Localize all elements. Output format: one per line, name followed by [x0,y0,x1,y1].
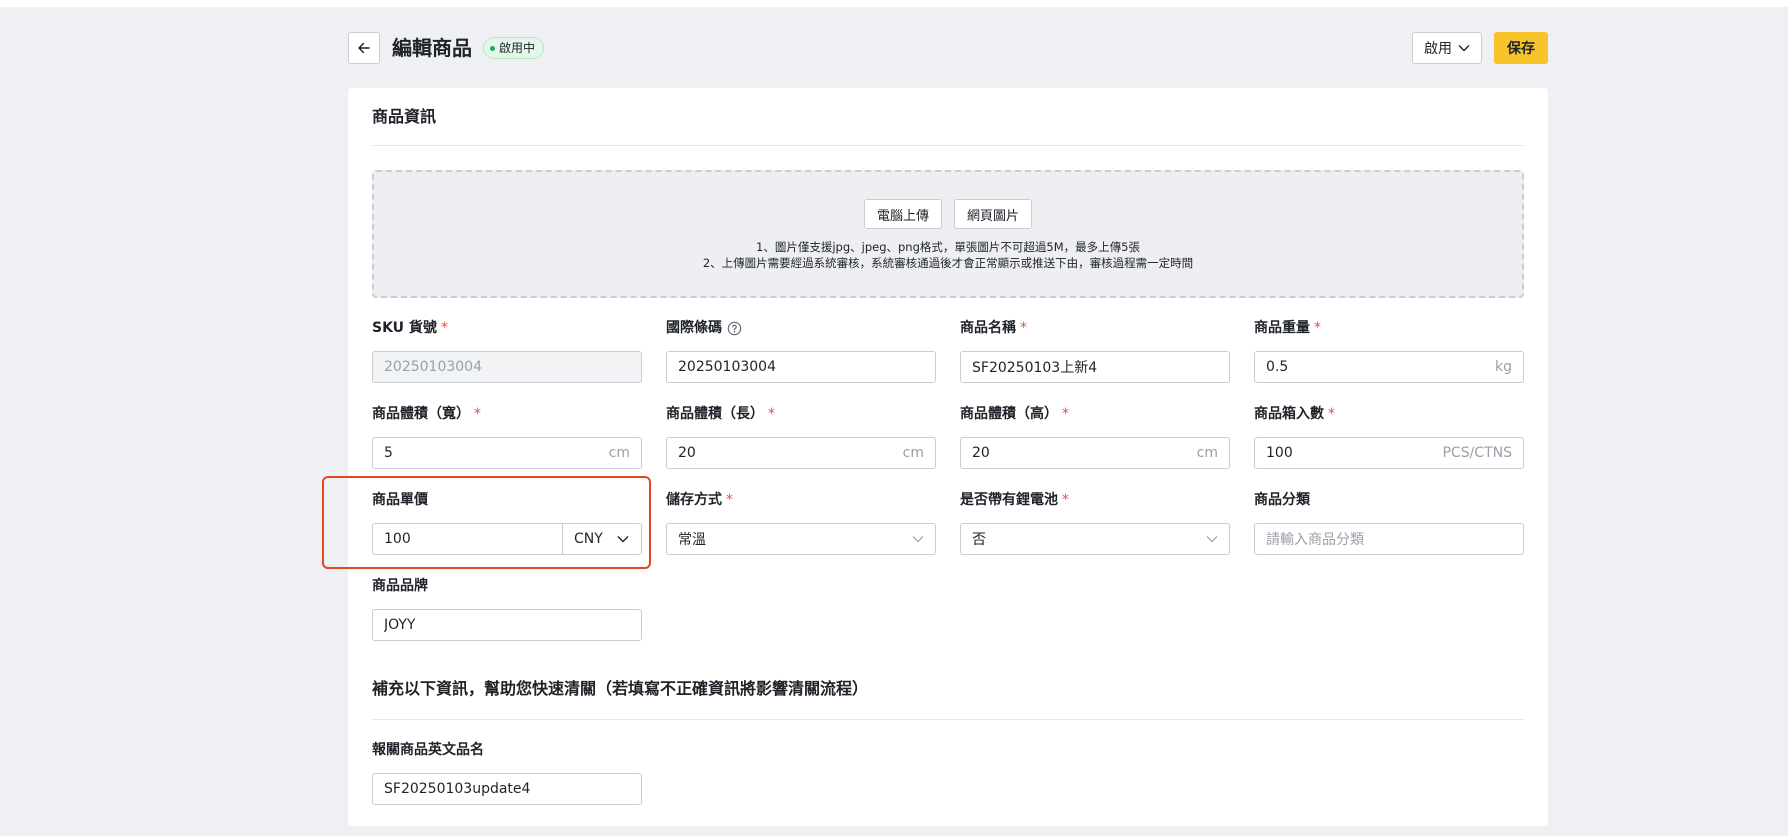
chevron-down-icon [1206,536,1218,543]
currency-select[interactable]: CNY [563,524,641,554]
save-button[interactable]: 保存 [1494,32,1548,64]
status-badge-label: 啟用中 [499,41,536,55]
price-label: 商品單價 [372,492,428,508]
box-qty-label: 商品箱入數 [1254,406,1324,422]
currency-value: CNY [574,531,603,547]
category-label: 商品分類 [1254,492,1310,508]
product-info-card: 商品資訊 電腦上傳 網頁圖片 1、圖片僅支援jpg、jpeg、png格式，單張圖… [348,88,1548,826]
top-strip [0,0,1788,7]
product-name-input[interactable]: SF20250103上新4 [960,351,1230,383]
status-select[interactable]: 啟用 [1412,32,1482,64]
section-title-customs: 補充以下資訊，幫助您快速清關（若填寫不正確資訊將影響清關流程） [372,679,869,698]
arrow-left-icon [358,42,370,54]
weight-unit: kg [1495,359,1512,375]
field-storage: 儲存方式 * 常溫 [666,490,936,555]
chevron-down-icon [912,536,924,543]
barcode-label: 國際條碼 [666,320,722,336]
battery-label: 是否帶有鋰電池 [960,492,1058,508]
sku-label: SKU 貨號 [372,320,437,336]
box-qty-input[interactable]: 100 PCS/CTNS [1254,437,1524,469]
upload-hint-1: 1、圖片僅支援jpg、jpeg、png格式，單張圖片不可超過5M，最多上傳5張 [756,240,1140,254]
required-mark: * [1314,320,1321,336]
sku-input[interactable]: 20250103004 [372,351,642,383]
computer-upload-button[interactable]: 電腦上傳 [863,199,942,229]
storage-select[interactable]: 常溫 [666,523,936,555]
field-width: 商品體積（寬） * 5 cm [372,404,642,469]
section-title-product-info: 商品資訊 [372,107,437,126]
field-price: 商品單價 100 CNY [372,490,642,555]
category-input[interactable]: 請輸入商品分類 [1254,523,1524,555]
width-input[interactable]: 5 cm [372,437,642,469]
en-name-input[interactable]: SF20250103update4 [372,773,642,805]
field-en-name: 報關商品英文品名 SF20250103update4 [372,740,642,805]
divider [372,145,1524,146]
status-dot-icon [490,45,495,51]
barcode-input[interactable]: 20250103004 [666,351,936,383]
status-select-value: 啟用 [1424,41,1452,57]
field-battery: 是否帶有鋰電池 * 否 [960,490,1230,555]
box-qty-unit: PCS/CTNS [1442,445,1512,461]
width-unit: cm [608,445,630,461]
price-input[interactable]: 100 [373,524,563,554]
required-mark: * [726,492,733,508]
chevron-down-icon [1458,45,1470,52]
required-mark: * [1062,492,1069,508]
image-upload-zone[interactable]: 電腦上傳 網頁圖片 1、圖片僅支援jpg、jpeg、png格式，單張圖片不可超過… [372,170,1524,298]
width-label: 商品體積（寬） [372,406,470,422]
status-badge: 啟用中 [483,37,545,59]
field-height: 商品體積（高） * 20 cm [960,404,1230,469]
field-product-name: 商品名稱 * SF20250103上新4 [960,318,1230,383]
field-category: 商品分類 請輸入商品分類 [1254,490,1524,555]
length-label: 商品體積（長） [666,406,764,422]
en-name-label: 報關商品英文品名 [372,742,484,758]
price-input-group: 100 CNY [372,523,642,555]
back-button[interactable] [348,32,380,64]
required-mark: * [440,320,448,336]
length-input[interactable]: 20 cm [666,437,936,469]
field-barcode: 國際條碼 20250103004 [666,318,936,383]
battery-select[interactable]: 否 [960,523,1230,555]
field-brand: 商品品牌 JOYY [372,576,642,641]
required-mark: * [1328,406,1335,422]
field-box-qty: 商品箱入數 * 100 PCS/CTNS [1254,404,1524,469]
length-unit: cm [902,445,924,461]
field-weight: 商品重量 * 0.5 kg [1254,318,1524,383]
upload-hint-2: 2、上傳圖片需要經過系統審核，系統審核通過後才會正常顯示或推送下由，審核過程需一… [702,256,1194,270]
height-unit: cm [1196,445,1218,461]
field-length: 商品體積（長） * 20 cm [666,404,936,469]
required-mark: * [768,406,775,422]
question-circle-icon[interactable] [727,321,742,336]
page-header: 編輯商品 啟用中 啟用 保存 [348,32,1548,64]
brand-label: 商品品牌 [372,578,428,594]
web-image-button[interactable]: 網頁圖片 [954,199,1033,229]
chevron-down-icon [617,536,629,543]
field-sku: SKU 貨號 * 20250103004 [372,318,642,383]
height-label: 商品體積（高） [960,406,1058,422]
weight-input[interactable]: 0.5 kg [1254,351,1524,383]
brand-input[interactable]: JOYY [372,609,642,641]
weight-label: 商品重量 [1254,320,1310,336]
divider [372,719,1524,720]
required-mark: * [474,406,481,422]
page-title: 編輯商品 [392,36,472,60]
height-input[interactable]: 20 cm [960,437,1230,469]
required-mark: * [1020,320,1027,336]
required-mark: * [1062,406,1069,422]
storage-label: 儲存方式 [666,492,722,508]
product-name-label: 商品名稱 [960,320,1016,336]
